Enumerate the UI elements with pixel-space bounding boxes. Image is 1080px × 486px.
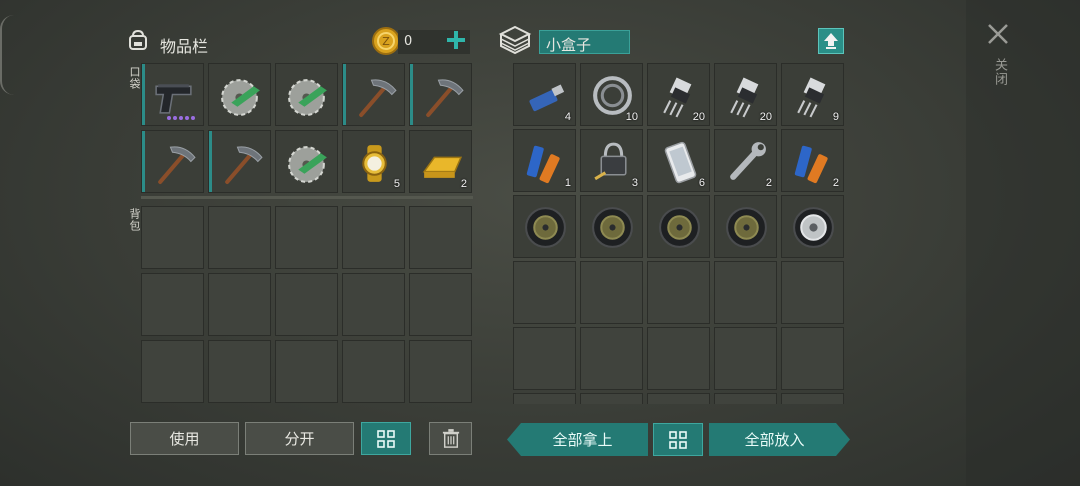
item-slot[interactable]: 1 [513,129,576,192]
sort-inventory-button[interactable] [361,422,411,455]
item-quantity: 20 [759,111,772,123]
tire-icon [525,207,566,248]
put-all-button[interactable]: 全部放入 [709,423,850,456]
item-slot[interactable] [513,195,576,258]
take-all-label: 全部拿上 [552,431,613,449]
split-button[interactable]: 分开 [245,422,354,455]
put-all-label: 全部放入 [744,431,805,449]
trash-button[interactable] [429,422,472,455]
grid-sort-icon [669,430,687,449]
take-all-button[interactable]: 全部拿上 [507,423,648,456]
empty-slot[interactable] [714,327,777,390]
item-quantity: 2 [832,177,839,189]
item-quantity: 10 [625,111,638,123]
item-quantity: 20 [692,111,705,123]
empty-slot[interactable] [781,393,844,404]
item-slot[interactable]: 20 [647,63,710,126]
empty-slot[interactable] [580,261,643,324]
usb-drive-icon [529,84,565,112]
item-quantity: 6 [698,177,705,189]
item-slot[interactable] [647,195,710,258]
wrench-icon [730,142,766,180]
empty-slot[interactable] [714,261,777,324]
empty-slot[interactable] [513,327,576,390]
item-slot[interactable]: 10 [580,63,643,126]
empty-slot[interactable] [580,393,643,404]
item-slot[interactable]: 2 [714,129,777,192]
trash-icon [442,428,459,448]
empty-slot[interactable] [781,261,844,324]
padlock-key-icon [594,142,627,181]
batteries-icon [794,145,828,184]
right-panel-shade [966,0,1080,486]
item-slot[interactable]: 3 [580,129,643,192]
empty-slot[interactable] [513,261,576,324]
empty-slot[interactable] [647,393,710,404]
empty-slot[interactable] [513,393,576,404]
item-slot[interactable] [580,195,643,258]
use-button[interactable]: 使用 [130,422,239,455]
wheel-rim-icon [793,207,834,248]
item-slot[interactable] [714,195,777,258]
item-quantity: 2 [765,177,772,189]
grid-sort-icon [377,429,395,448]
item-slot[interactable]: 20 [714,63,777,126]
tire-icon [592,207,633,248]
empty-slot[interactable] [714,393,777,404]
batteries-icon [526,145,560,184]
sort-container-button[interactable] [653,423,703,456]
item-quantity: 1 [564,177,571,189]
empty-slot[interactable] [647,261,710,324]
empty-slot[interactable] [647,327,710,390]
tire-icon [726,207,767,248]
item-slot[interactable]: 9 [781,63,844,126]
item-slot[interactable]: 6 [647,129,710,192]
tire-icon [659,207,700,248]
empty-slot[interactable] [580,327,643,390]
item-quantity: 4 [564,111,571,123]
item-quantity: 3 [631,177,638,189]
transistor-icon [797,77,826,118]
container-grid: 4 10 20 20 9 1 3 6 2 2 [0,0,1080,404]
item-quantity: 9 [832,111,839,123]
item-slot[interactable]: 2 [781,129,844,192]
item-slot[interactable] [781,195,844,258]
item-slot[interactable]: 4 [513,63,576,126]
empty-slot[interactable] [781,327,844,390]
smartphone-icon [664,141,697,184]
